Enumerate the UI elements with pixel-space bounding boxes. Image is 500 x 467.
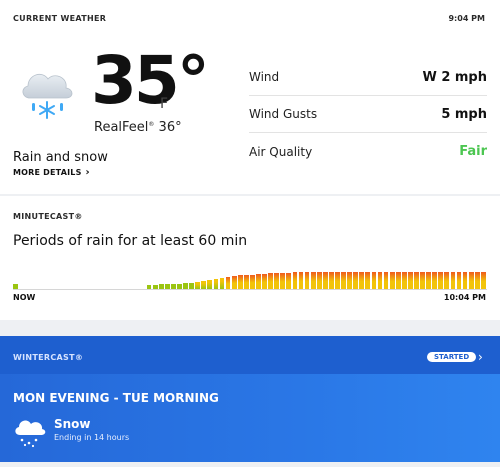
precip-bar xyxy=(456,272,462,289)
current-time: 9:04 PM xyxy=(448,14,485,23)
precip-bar xyxy=(329,272,334,289)
precip-bar xyxy=(353,272,359,289)
precip-bar xyxy=(383,272,389,289)
precip-bar xyxy=(177,284,182,289)
precip-bar xyxy=(189,283,194,289)
detail-row-wind-gusts: Wind Gusts 5 mph xyxy=(249,96,487,133)
precip-bar xyxy=(316,272,322,289)
realfeel-trademark: ® xyxy=(148,121,155,128)
precip-bar xyxy=(183,283,188,289)
precip-bar xyxy=(359,272,365,289)
precip-bar xyxy=(426,272,431,289)
precip-bar xyxy=(438,272,444,289)
cloud-rain-snow-icon xyxy=(22,73,73,119)
precip-bar xyxy=(195,282,201,289)
minutecast-precip-bars xyxy=(13,272,487,290)
realfeel-value: 36° xyxy=(158,120,182,135)
precip-bar xyxy=(243,275,249,289)
chevron-right-icon[interactable]: › xyxy=(478,350,483,364)
precip-bar xyxy=(377,272,383,289)
precip-bar xyxy=(468,272,474,289)
wintercast-period: MON EVENING - TUE MORNING xyxy=(13,391,219,405)
precip-bar xyxy=(231,276,237,289)
precip-bar xyxy=(201,281,207,289)
detail-row-wind: Wind W 2 mph xyxy=(249,59,487,96)
precip-bar xyxy=(286,273,292,289)
precip-bar xyxy=(213,279,219,289)
detail-value: Fair xyxy=(459,144,487,159)
precip-bar xyxy=(432,272,438,289)
precip-bar xyxy=(225,277,231,289)
detail-label: Wind Gusts xyxy=(249,107,318,121)
temperature-unit: F xyxy=(160,96,169,112)
precip-bar xyxy=(304,272,310,289)
current-weather-heading: CURRENT WEATHER xyxy=(13,14,107,23)
wintercast-card[interactable]: WINTERCAST® STARTED › MON EVENING - TUE … xyxy=(0,336,500,462)
more-details-label[interactable]: MORE DETAILS xyxy=(13,168,82,177)
precip-bar xyxy=(13,284,18,289)
chevron-right-icon[interactable]: › xyxy=(86,167,90,178)
precip-bar xyxy=(219,278,225,289)
precip-bar xyxy=(335,272,340,289)
minutecast-card[interactable]: MINUTECAST® Periods of rain for at least… xyxy=(0,196,500,320)
precip-bar xyxy=(292,272,298,289)
precip-bar xyxy=(237,275,243,289)
current-weather-card[interactable]: CURRENT WEATHER 9:04 PM 35° F RealFeel® … xyxy=(0,0,500,194)
precip-bar xyxy=(480,272,486,289)
precip-bar xyxy=(389,272,395,289)
precip-bar xyxy=(250,275,255,289)
precip-bar xyxy=(164,284,170,289)
realfeel: RealFeel® 36° xyxy=(94,120,182,135)
precip-bar xyxy=(280,273,286,289)
precip-bar xyxy=(347,272,352,289)
precip-bar xyxy=(268,273,273,289)
precip-bar xyxy=(444,272,450,289)
precip-bar xyxy=(262,274,267,289)
precip-bar xyxy=(414,272,419,289)
minutecast-baseline xyxy=(13,289,487,290)
precip-bar xyxy=(450,272,456,289)
minutecast-heading: MINUTECAST® xyxy=(13,212,83,221)
detail-value: 5 mph xyxy=(441,106,487,122)
precip-bar xyxy=(256,274,261,289)
detail-row-air-quality: Air Quality Fair xyxy=(249,133,487,170)
precip-bar xyxy=(341,272,346,289)
precip-bar xyxy=(207,280,213,289)
precip-bar xyxy=(371,272,377,289)
precip-bar xyxy=(146,285,152,289)
minutecast-end-label: 10:04 PM xyxy=(443,293,486,302)
precip-bar xyxy=(274,273,280,289)
precip-bar xyxy=(171,284,176,289)
detail-value: W 2 mph xyxy=(422,69,487,85)
precip-bar xyxy=(401,272,407,289)
precip-bar xyxy=(408,272,413,289)
realfeel-label: RealFeel xyxy=(94,120,149,135)
precip-bar xyxy=(462,272,468,289)
wintercast-heading: WINTERCAST® xyxy=(13,353,84,362)
precip-bar xyxy=(420,272,425,289)
cloud-snow-icon xyxy=(15,420,46,448)
precip-bar xyxy=(298,272,304,289)
precip-bar xyxy=(310,272,316,289)
precip-bar xyxy=(365,272,371,289)
wintercast-status-badge: STARTED xyxy=(427,352,477,362)
precip-bar xyxy=(158,284,164,289)
minutecast-description: Periods of rain for at least 60 min xyxy=(13,233,248,249)
wintercast-subtext: Ending in 14 hours xyxy=(54,433,130,442)
precip-bar xyxy=(152,285,158,289)
detail-label: Air Quality xyxy=(249,144,313,159)
precip-bar xyxy=(322,272,328,289)
precip-bar xyxy=(395,272,401,289)
weather-details: Wind W 2 mph Wind Gusts 5 mph Air Qualit… xyxy=(249,59,487,170)
temperature-value: 35° xyxy=(91,42,210,119)
wintercast-condition: Snow xyxy=(54,417,91,431)
more-details-link[interactable]: MORE DETAILS › xyxy=(13,167,90,178)
precip-bar xyxy=(474,272,480,289)
detail-label: Wind xyxy=(249,70,280,84)
condition-text: Rain and snow xyxy=(13,150,108,165)
minutecast-start-label: NOW xyxy=(13,293,36,302)
